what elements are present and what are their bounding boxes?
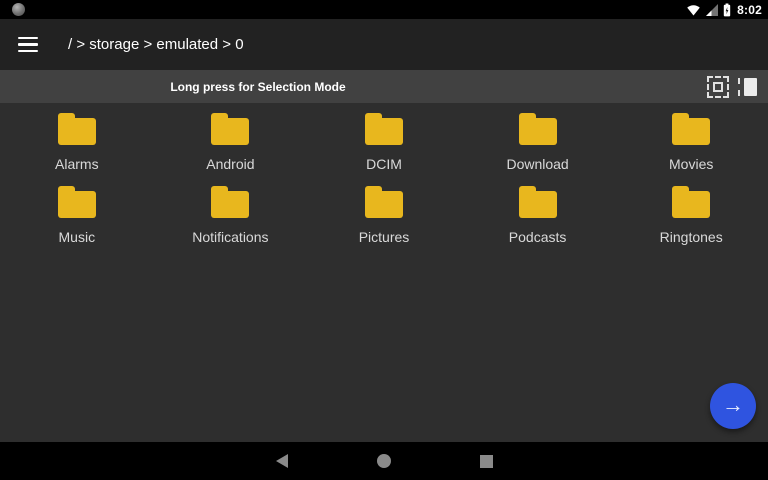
- folder-label: Notifications: [192, 229, 269, 245]
- folder-tile-podcasts[interactable]: Podcasts: [461, 182, 615, 255]
- folder-grid: Alarms Android DCIM Download Movies Musi…: [0, 103, 768, 255]
- folder-label: Ringtones: [659, 229, 723, 245]
- selection-hint-bar: Long press for Selection Mode: [0, 70, 768, 103]
- folder-icon: [57, 186, 96, 218]
- app-toolbar: / > storage > emulated > 0: [0, 19, 768, 70]
- folder-icon: [211, 186, 250, 218]
- folder-icon: [672, 186, 711, 218]
- folder-label: Pictures: [358, 229, 410, 245]
- back-icon[interactable]: [275, 454, 288, 468]
- wifi-icon: [687, 4, 700, 15]
- folder-label: Podcasts: [508, 229, 567, 245]
- selection-hint-text: Long press for Selection Mode: [170, 79, 346, 94]
- recents-icon[interactable]: [479, 454, 493, 468]
- folder-icon: [518, 186, 557, 218]
- notification-dot-icon: [12, 3, 25, 16]
- folder-label: Download: [506, 156, 569, 172]
- folder-label: Movies: [669, 156, 714, 172]
- navigate-forward-fab[interactable]: →: [710, 383, 756, 429]
- folder-tile-download[interactable]: Download: [461, 109, 615, 182]
- folder-label: Alarms: [55, 156, 99, 172]
- home-icon[interactable]: [376, 454, 391, 468]
- status-time: 8:02: [737, 2, 762, 17]
- folder-label: Music: [58, 229, 96, 245]
- cell-signal-icon: [706, 3, 719, 16]
- folder-tile-music[interactable]: Music: [0, 182, 154, 255]
- folder-tile-pictures[interactable]: Pictures: [307, 182, 461, 255]
- folder-icon: [518, 113, 557, 145]
- folder-label: DCIM: [366, 156, 402, 172]
- folder-tile-movies[interactable]: Movies: [614, 109, 768, 182]
- folder-icon: [364, 113, 403, 145]
- folder-icon: [364, 186, 403, 218]
- select-side-panel-icon[interactable]: [738, 76, 758, 98]
- folder-icon: [672, 113, 711, 145]
- status-bar: 8:02: [0, 0, 768, 19]
- folder-label: Android: [206, 156, 255, 172]
- arrow-right-icon: →: [722, 392, 744, 417]
- folder-icon: [57, 113, 96, 145]
- folder-tile-notifications[interactable]: Notifications: [154, 182, 308, 255]
- select-all-icon[interactable]: [707, 75, 729, 98]
- folder-tile-alarms[interactable]: Alarms: [0, 109, 154, 182]
- battery-charging-icon: [723, 3, 731, 16]
- android-nav-bar: [0, 442, 768, 480]
- folder-tile-android[interactable]: Android: [154, 109, 308, 182]
- hamburger-menu-icon[interactable]: [18, 36, 38, 53]
- folder-tile-dcim[interactable]: DCIM: [307, 109, 461, 182]
- folder-icon: [211, 113, 250, 145]
- breadcrumb[interactable]: / > storage > emulated > 0: [68, 36, 244, 53]
- folder-tile-ringtones[interactable]: Ringtones: [614, 182, 768, 255]
